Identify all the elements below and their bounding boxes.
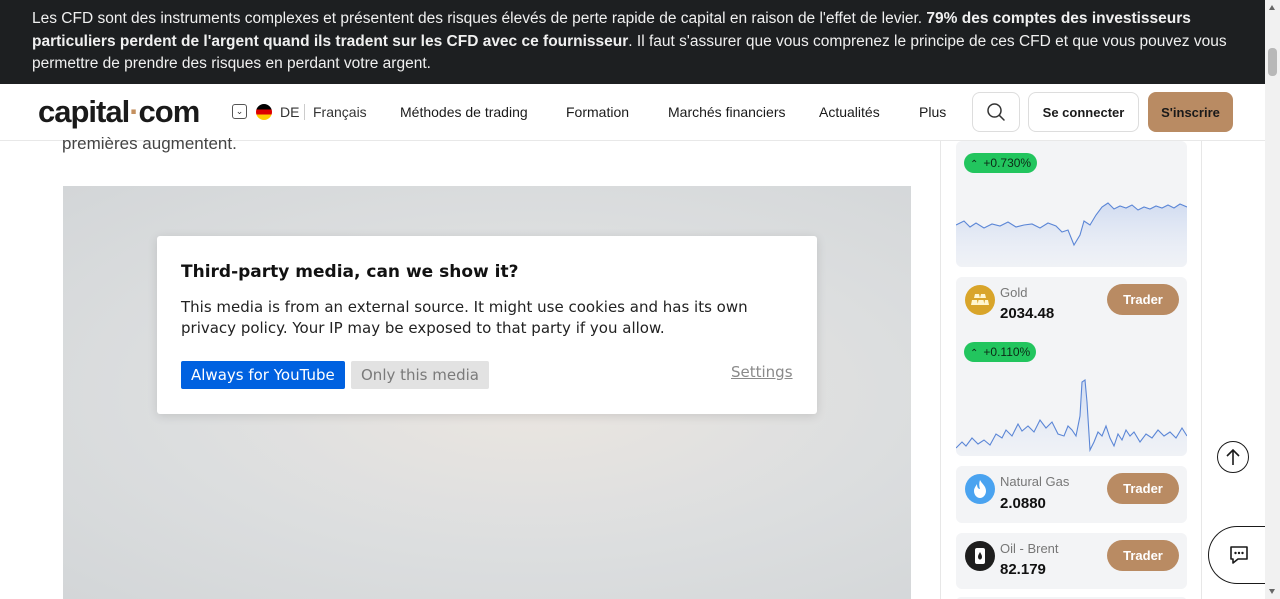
chat-icon <box>1229 546 1248 564</box>
chevron-up-icon: ⌃ <box>970 159 979 170</box>
market-card-top[interactable]: ⌃ +0.730% <box>956 141 1187 267</box>
chat-button[interactable] <box>1208 526 1268 584</box>
gold-bars-icon <box>965 285 995 315</box>
third-party-media-consent-dialog: Third-party media, can we show it? This … <box>157 236 817 414</box>
asset-name: Gold <box>1000 285 1028 300</box>
always-allow-youtube-button[interactable]: Always for YouTube <box>181 361 345 389</box>
scroll-to-top-button[interactable] <box>1217 441 1249 473</box>
page-scrollbar[interactable] <box>1265 0 1280 599</box>
nav-more[interactable]: Plus <box>919 104 946 120</box>
asset-name: Natural Gas <box>1000 474 1070 489</box>
scroll-up-arrow-icon[interactable] <box>1269 5 1275 10</box>
change-value: +0.110% <box>983 345 1031 359</box>
asset-name: Oil - Brent <box>1000 541 1059 556</box>
consent-title: Third-party media, can we show it? <box>181 262 519 282</box>
login-button[interactable]: Se connecter <box>1028 92 1139 132</box>
signup-button[interactable]: S'inscrire <box>1148 92 1233 132</box>
asset-price: 2.0880 <box>1000 495 1046 512</box>
nav-education[interactable]: Formation <box>566 104 629 120</box>
site-header: capital·com ⌄ DE Français Méthodes de tr… <box>0 84 1265 141</box>
change-badge: ⌃ +0.730% <box>964 153 1038 173</box>
arrow-up-icon <box>1226 448 1240 465</box>
search-button[interactable] <box>972 92 1020 132</box>
logo-text-com: com <box>138 94 201 129</box>
logo-dot: · <box>129 94 139 129</box>
capital-com-logo[interactable]: capital·com <box>38 94 201 130</box>
nav-markets[interactable]: Marchés financiers <box>668 104 786 120</box>
scrollbar-thumb[interactable] <box>1268 48 1277 76</box>
asset-price: 82.179 <box>1000 561 1046 578</box>
consent-settings-link[interactable]: Settings <box>731 363 793 381</box>
change-value: +0.730% <box>983 156 1032 170</box>
allow-this-media-button[interactable]: Only this media <box>351 361 489 389</box>
nav-trading-methods[interactable]: Méthodes de trading <box>400 104 528 120</box>
change-badge: ⌃ +0.110% <box>964 342 1037 362</box>
scroll-down-arrow-icon[interactable] <box>1269 589 1275 594</box>
region-code[interactable]: DE <box>280 104 299 120</box>
sparkline-chart <box>956 202 1187 267</box>
chevron-up-icon: ⌃ <box>970 348 979 359</box>
language-separator <box>304 104 305 120</box>
oil-barrel-icon <box>965 541 995 571</box>
market-card-oil-brent[interactable]: Oil - Brent 82.179 Trader <box>956 533 1187 589</box>
article-text: premières augmentent. <box>62 134 237 153</box>
search-icon <box>987 103 1005 121</box>
sparkline-chart <box>956 379 1187 456</box>
market-card-gold[interactable]: Gold 2034.48 Trader ⌃ +0.110% <box>956 277 1187 456</box>
consent-description: This media is from an external source. I… <box>181 298 748 337</box>
trade-button[interactable]: Trader <box>1107 540 1179 571</box>
language-dropdown-icon[interactable]: ⌄ <box>232 104 247 119</box>
flame-icon <box>965 474 995 504</box>
risk-warning-banner: Les CFD sont des instruments complexes e… <box>0 0 1265 84</box>
market-card-natural-gas[interactable]: Natural Gas 2.0880 Trader <box>956 466 1187 523</box>
asset-price: 2034.48 <box>1000 305 1055 322</box>
germany-flag-icon[interactable] <box>256 104 272 120</box>
trade-button[interactable]: Trader <box>1107 473 1179 504</box>
logo-text-capital: capital <box>38 94 130 129</box>
language-selector[interactable]: Français <box>313 104 367 120</box>
trade-button[interactable]: Trader <box>1107 284 1179 315</box>
risk-text-start: Les CFD sont des instruments complexes e… <box>32 10 927 27</box>
nav-news[interactable]: Actualités <box>819 104 880 120</box>
